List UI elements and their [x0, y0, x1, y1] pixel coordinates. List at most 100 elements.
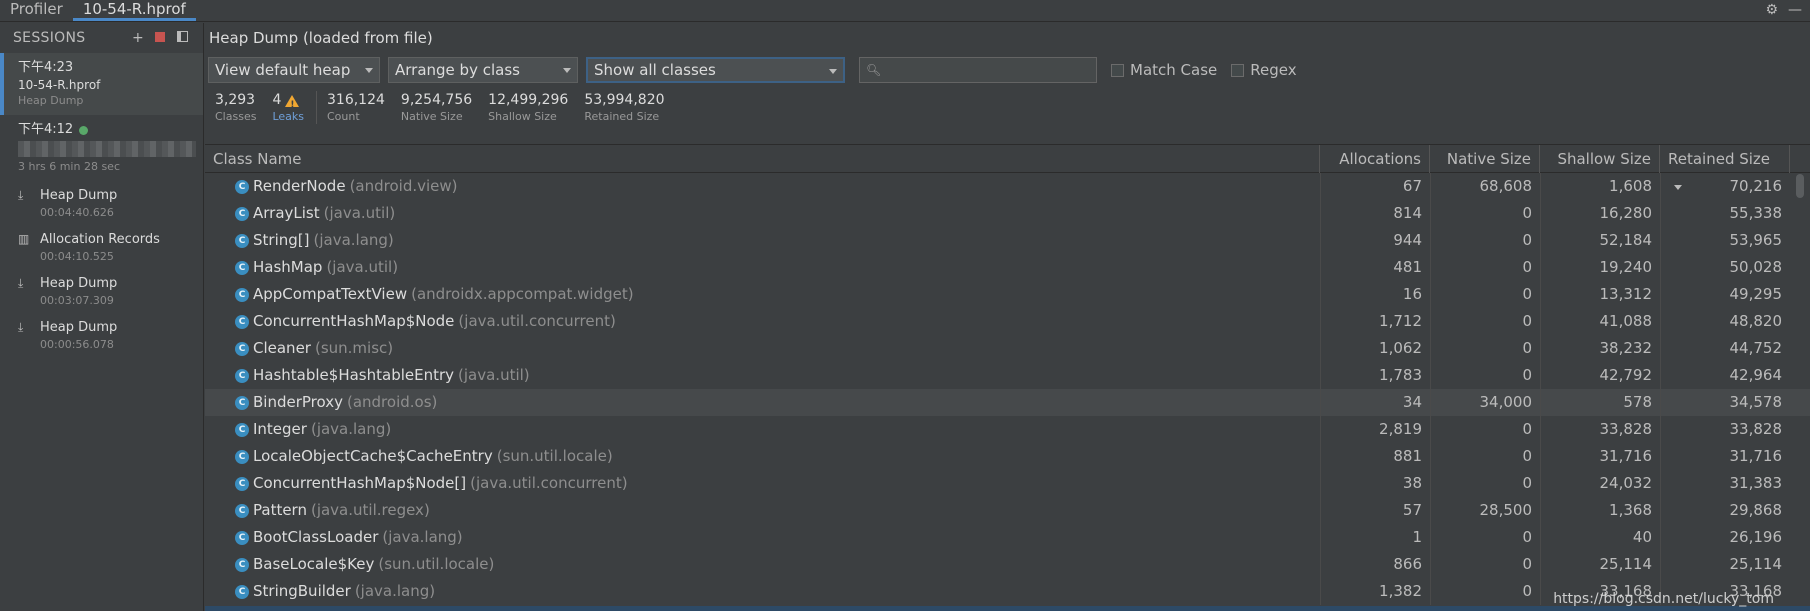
session-subtitle: Heap Dump — [18, 94, 84, 107]
cell-native-size: 0 — [1430, 335, 1540, 362]
class-icon: C — [235, 584, 249, 599]
cell-native-size: 34,000 — [1430, 389, 1540, 416]
artifact-time: 00:00:56.078 — [40, 338, 114, 351]
filter-select[interactable]: Show all classes — [586, 57, 845, 83]
redacted-session-name — [18, 141, 196, 157]
class-name: RenderNode — [253, 177, 346, 195]
cell-allocations: 881 — [1320, 443, 1430, 470]
stop-session-icon[interactable] — [149, 30, 171, 46]
stat-leaks[interactable]: 4 Leaks — [272, 91, 304, 124]
table-body: C RenderNode (android.view) 67 68,608 1,608 70… — [205, 173, 1810, 605]
search-input[interactable] — [885, 62, 1096, 78]
cell-shallow-size: 24,032 — [1540, 470, 1660, 497]
class-package: (java.lang) — [310, 420, 392, 438]
cell-retained-size: 25,114 — [1660, 551, 1790, 578]
column-retained-size[interactable]: Retained Size — [1660, 145, 1790, 190]
match-case-checkbox[interactable]: Match Case — [1111, 61, 1217, 79]
cell-allocations: 57 — [1320, 497, 1430, 524]
artifact-heap-dump-1[interactable]: ⤓ Heap Dump 00:04:40.626 — [0, 181, 203, 225]
class-icon: C — [235, 179, 249, 194]
table-row[interactable]: C Cleaner (sun.misc) 1,062 0 38,232 44,752 — [205, 335, 1810, 362]
table-row[interactable]: C LocaleObjectCache$CacheEntry (sun.util.l… — [205, 443, 1810, 470]
cell-class-name: C AppCompatTextView (androidx.appcompat.wi… — [205, 281, 1320, 308]
regex-checkbox[interactable]: Regex — [1231, 61, 1297, 79]
cell-class-name: C Pattern (java.util.regex) — [205, 497, 1320, 524]
table-row[interactable]: C BinderProxy (android.os) 34 34,000 578 34,57… — [205, 389, 1810, 416]
cell-shallow-size: 1,608 — [1540, 173, 1660, 200]
class-icon: C — [235, 476, 249, 491]
table-row[interactable]: C ConcurrentHashMap$Node (java.util.concur… — [205, 308, 1810, 335]
heap-select-value: View default heap — [215, 61, 351, 79]
cell-class-name: C StringBuilder (java.lang) — [205, 578, 1320, 605]
table-row[interactable]: C Hashtable$HashtableEntry (java.util) 1,78… — [205, 362, 1810, 389]
table-row[interactable]: C BaseLocale$Key (sun.util.locale) 866 0 25,1… — [205, 551, 1810, 578]
stat-label: Leaks — [272, 110, 304, 123]
session-item-hprof[interactable]: 下午4:23 10-54-R.hprof Heap Dump — [0, 53, 203, 115]
minimize-icon[interactable]: — — [1788, 2, 1802, 18]
artifact-heap-dump-2[interactable]: ⤓ Heap Dump 00:03:07.309 — [0, 269, 203, 313]
checkbox-box[interactable] — [1231, 63, 1245, 77]
tab-profiler[interactable]: Profiler — [0, 0, 73, 21]
cell-allocations: 67 — [1320, 173, 1430, 200]
class-table: Class Name Allocations Native Size Shall… — [205, 144, 1810, 611]
class-name: Integer — [253, 420, 307, 438]
checkbox-box[interactable] — [1111, 63, 1124, 77]
artifact-time: 00:04:40.626 — [40, 206, 114, 219]
stat-value: 12,499,296 — [488, 92, 569, 108]
cell-shallow-size: 41,088 — [1540, 308, 1660, 335]
cell-allocations: 1 — [1320, 524, 1430, 551]
cell-shallow-size: 33,828 — [1540, 416, 1660, 443]
class-icon: C — [235, 260, 249, 275]
top-icons: ⚙ — — [1765, 2, 1802, 18]
cell-retained-size: 48,820 — [1660, 308, 1790, 335]
allocation-records-icon: ▥ — [18, 232, 30, 246]
column-shallow-size[interactable]: Shallow Size — [1540, 145, 1660, 173]
table-row[interactable]: C Integer (java.lang) 2,819 0 33,828 33,828 — [205, 416, 1810, 443]
tab-hprof-file[interactable]: 10-54-R.hprof — [72, 0, 196, 21]
cell-shallow-size: 38,232 — [1540, 335, 1660, 362]
cell-shallow-size: 13,312 — [1540, 281, 1660, 308]
session-name: 10-54-R.hprof — [18, 78, 101, 92]
add-session-icon[interactable]: + — [127, 30, 149, 46]
cell-retained-size: 31,716 — [1660, 443, 1790, 470]
arrange-select[interactable]: Arrange by class — [388, 57, 578, 83]
class-package: (android.view) — [349, 177, 458, 195]
artifact-name: Heap Dump — [40, 320, 118, 335]
gear-icon[interactable]: ⚙ — [1765, 2, 1778, 18]
table-row[interactable]: C String[] (java.lang) 944 0 52,184 53,965 — [205, 227, 1810, 254]
collapse-panel-icon[interactable] — [171, 30, 193, 46]
vertical-scrollbar[interactable] — [1796, 174, 1804, 198]
stat-label: Shallow Size — [488, 110, 557, 123]
table-row[interactable]: C AppCompatTextView (androidx.appcompat.wi… — [205, 281, 1810, 308]
heap-dump-icon: ⤓ — [18, 276, 24, 290]
cell-retained-size: 34,578 — [1660, 389, 1790, 416]
stat-value: 4 — [272, 91, 304, 115]
table-header: Class Name Allocations Native Size Shall… — [205, 145, 1810, 190]
cell-retained-size: 49,295 — [1660, 281, 1790, 308]
session-item-live[interactable]: 下午4:12 3 hrs 6 min 28 sec — [0, 115, 203, 181]
artifact-name: Allocation Records — [40, 232, 160, 247]
table-row[interactable]: C ArrayList (java.util) 814 0 16,280 55,338 — [205, 200, 1810, 227]
column-allocations[interactable]: Allocations — [1320, 145, 1430, 173]
table-row[interactable]: C ConcurrentHashMap$Node[] (java.util.conc… — [205, 470, 1810, 497]
column-class-name[interactable]: Class Name — [205, 145, 1320, 173]
class-icon: C — [235, 314, 249, 329]
class-name: ArrayList — [253, 204, 320, 222]
cell-shallow-size: 25,114 — [1540, 551, 1660, 578]
artifact-allocation-records[interactable]: ▥ Allocation Records 00:04:10.525 — [0, 225, 203, 269]
table-row[interactable]: C RenderNode (android.view) 67 68,608 1,608 70… — [205, 173, 1810, 200]
heap-select[interactable]: View default heap — [208, 57, 380, 83]
cell-shallow-size: 578 — [1540, 389, 1660, 416]
table-row[interactable]: C BootClassLoader (java.lang) 1 0 40 26,196 — [205, 524, 1810, 551]
cell-native-size: 0 — [1430, 470, 1540, 497]
search-icon[interactable]: 🔍︎ — [866, 63, 881, 77]
class-package: (java.lang) — [313, 231, 394, 249]
column-native-size[interactable]: Native Size — [1430, 145, 1540, 173]
artifact-heap-dump-3[interactable]: ⤓ Heap Dump 00:00:56.078 — [0, 313, 203, 357]
cell-allocations: 481 — [1320, 254, 1430, 281]
cell-allocations: 1,382 — [1320, 578, 1430, 605]
cell-native-size: 0 — [1430, 308, 1540, 335]
table-row[interactable]: C Pattern (java.util.regex) 57 28,500 1,368 29… — [205, 497, 1810, 524]
table-row[interactable]: C HashMap (java.util) 481 0 19,240 50,028 — [205, 254, 1810, 281]
cell-class-name: C String[] (java.lang) — [205, 227, 1320, 254]
